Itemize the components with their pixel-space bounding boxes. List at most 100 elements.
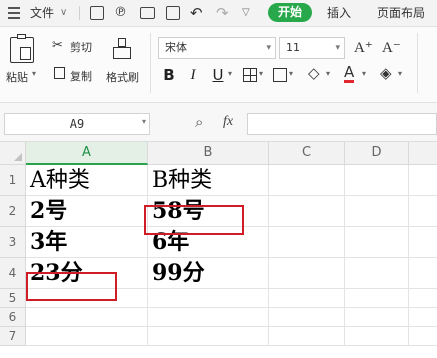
tab-page-layout[interactable]: 页面布局	[377, 0, 425, 26]
name-box[interactable]: A9	[4, 113, 150, 135]
chevron-down-icon[interactable]: ▾	[259, 69, 263, 78]
paste-dropdown-icon[interactable]: ▾	[32, 69, 36, 78]
cell-e7[interactable]	[409, 327, 437, 346]
cell-a6[interactable]	[26, 308, 148, 327]
quick-access-dropdown-icon[interactable]: ▽	[242, 0, 250, 26]
cut-button[interactable]: 剪切	[70, 39, 92, 55]
scissors-icon[interactable]: ✂	[52, 38, 63, 53]
cell-e2[interactable]	[409, 196, 437, 227]
save-icon[interactable]	[90, 6, 104, 20]
file-menu[interactable]: 文件	[30, 0, 54, 26]
shrink-font-button[interactable]: A⁻	[382, 38, 401, 57]
cell-e5[interactable]	[409, 289, 437, 308]
cell-d6[interactable]	[345, 308, 409, 327]
cell-e1[interactable]	[409, 165, 437, 196]
chevron-down-icon: ▾	[266, 43, 271, 53]
column-header-e[interactable]	[409, 142, 437, 165]
cell-c7[interactable]	[269, 327, 345, 346]
fill-color-icon[interactable]: ◇	[308, 64, 320, 82]
cell-c1[interactable]	[269, 165, 345, 196]
print-preview-icon[interactable]	[166, 6, 180, 20]
fx-button[interactable]: fx	[223, 114, 233, 130]
tab-home[interactable]: 开始	[268, 3, 312, 22]
format-painter-icon[interactable]	[113, 38, 133, 60]
column-header-a[interactable]: A	[26, 142, 148, 165]
cell-style-icon[interactable]	[273, 68, 287, 82]
cell-a3[interactable]: 3年	[26, 227, 148, 258]
clear-format-icon[interactable]: ◈	[380, 64, 392, 82]
row-header-7[interactable]: 7	[0, 327, 26, 346]
chevron-down-icon[interactable]: ∨	[60, 0, 67, 26]
highlight-box-b2	[144, 205, 244, 235]
italic-button[interactable]: I	[184, 66, 202, 84]
row-header-5[interactable]: 5	[0, 289, 26, 308]
bold-button[interactable]: B	[160, 66, 178, 84]
paste-icon[interactable]	[10, 34, 34, 63]
cell-b1[interactable]: B种类	[148, 165, 269, 196]
row-header-2[interactable]: 2	[0, 196, 26, 227]
cell-c3[interactable]	[269, 227, 345, 258]
row-header-6[interactable]: 6	[0, 308, 26, 327]
cell-e4[interactable]	[409, 258, 437, 289]
font-size-select[interactable]: 11 ▾	[279, 37, 345, 59]
cell-b4[interactable]: 99分	[148, 258, 269, 289]
cell-b6[interactable]	[148, 308, 269, 327]
row-header-1[interactable]: 1	[0, 165, 26, 196]
font-name-select[interactable]: 宋体 ▾	[158, 37, 276, 59]
zoom-icon[interactable]: ⌕	[195, 113, 203, 131]
cell-c6[interactable]	[269, 308, 345, 327]
cell-d1[interactable]	[345, 165, 409, 196]
underline-button[interactable]: U	[209, 66, 227, 84]
column-header-d[interactable]: D	[345, 142, 409, 165]
format-painter-button[interactable]: 格式刷	[106, 69, 139, 85]
paste-button[interactable]: 粘贴	[6, 69, 28, 85]
cell-a1[interactable]: A种类	[26, 165, 148, 196]
select-all-corner[interactable]	[0, 142, 26, 165]
cell-d4[interactable]	[345, 258, 409, 289]
tab-insert[interactable]: 插入	[327, 0, 351, 26]
undo-icon[interactable]: ↶	[190, 0, 203, 26]
cell-a2[interactable]: 2号	[26, 196, 148, 227]
chevron-down-icon[interactable]: ▾	[228, 69, 232, 78]
copy-button[interactable]: 复制	[70, 68, 92, 84]
chevron-down-icon: ▾	[335, 43, 340, 53]
row-header-3[interactable]: 3	[0, 227, 26, 258]
grow-font-button[interactable]: A⁺	[354, 38, 373, 57]
formula-input[interactable]	[247, 113, 437, 135]
cell-a7[interactable]	[26, 327, 148, 346]
border-icon[interactable]	[243, 68, 257, 82]
column-header-b[interactable]: B	[148, 142, 269, 165]
font-name-value: 宋体	[165, 41, 187, 54]
ribbon: 粘贴 ▾ ✂ 剪切 复制 格式刷 宋体 ▾ 11 ▾ A⁺ A⁻ B I U ▾…	[0, 27, 437, 103]
chevron-down-icon[interactable]: ▾	[362, 69, 366, 78]
cell-c2[interactable]	[269, 196, 345, 227]
cell-c5[interactable]	[269, 289, 345, 308]
menu-bar: 文件 ∨ ℗ ↶ ↷ ▽ 开始 插入 页面布局	[0, 0, 437, 27]
font-color-icon[interactable]: A	[344, 64, 355, 83]
menu-icon[interactable]	[8, 7, 20, 19]
cell-c4[interactable]	[269, 258, 345, 289]
divider	[79, 6, 80, 20]
formula-bar: A9 ▾ ⌕ fx	[0, 103, 437, 142]
spreadsheet-grid: A B C D 1 2 3 4 5 6 7 A种类 B种类 2号 58号 3年 …	[0, 142, 437, 358]
chevron-down-icon[interactable]: ▾	[326, 69, 330, 78]
cell-e6[interactable]	[409, 308, 437, 327]
cell-d3[interactable]	[345, 227, 409, 258]
export-pdf-icon[interactable]: ℗	[114, 0, 127, 26]
copy-icon[interactable]	[54, 67, 65, 79]
cell-d2[interactable]	[345, 196, 409, 227]
chevron-down-icon[interactable]: ▾	[142, 117, 146, 126]
chevron-down-icon[interactable]: ▾	[398, 69, 402, 78]
row-header-4[interactable]: 4	[0, 258, 26, 289]
cell-d7[interactable]	[345, 327, 409, 346]
cell-d5[interactable]	[345, 289, 409, 308]
column-header-c[interactable]: C	[269, 142, 345, 165]
divider	[417, 33, 418, 93]
cell-b7[interactable]	[148, 327, 269, 346]
cell-e3[interactable]	[409, 227, 437, 258]
cell-b5[interactable]	[148, 289, 269, 308]
redo-icon[interactable]: ↷	[216, 0, 229, 26]
chevron-down-icon[interactable]: ▾	[289, 69, 293, 78]
print-icon[interactable]	[140, 7, 155, 19]
highlight-box-a4	[26, 272, 117, 301]
